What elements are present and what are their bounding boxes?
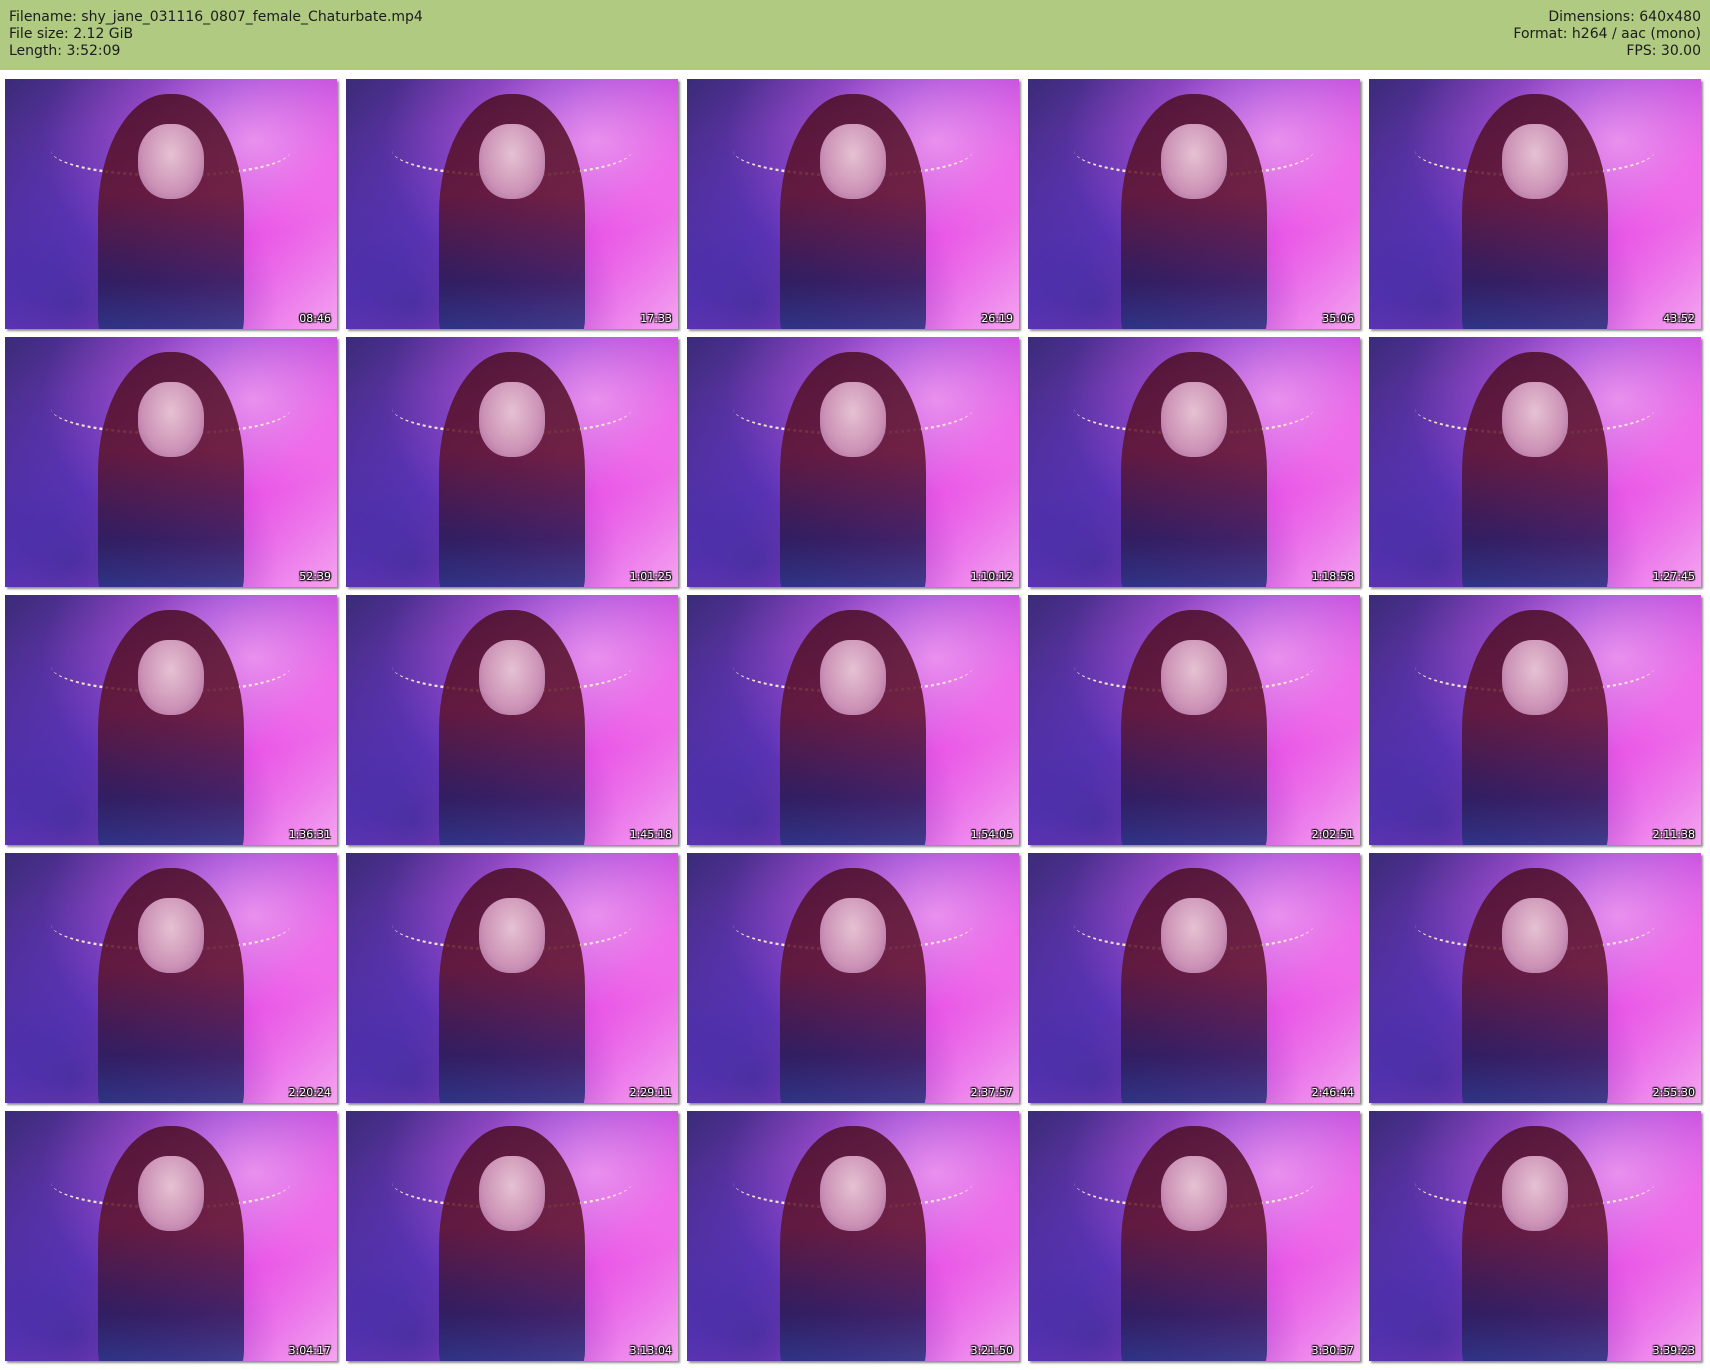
video-thumbnail[interactable]: 2:29:11: [346, 853, 678, 1103]
person-face: [1160, 382, 1228, 457]
person-face: [137, 124, 205, 199]
person-face: [1501, 124, 1569, 199]
thumbnail-timestamp: 3:30:37: [1311, 1344, 1354, 1357]
person-face: [478, 898, 546, 973]
person-face: [819, 898, 887, 973]
person-face: [478, 640, 546, 715]
video-thumbnail[interactable]: 52:39: [5, 337, 337, 587]
thumbnail-timestamp: 2:55:30: [1652, 1086, 1695, 1099]
thumbnail-timestamp: 43:52: [1663, 312, 1695, 325]
dimensions-text: Dimensions: 640x480: [1548, 9, 1701, 25]
person-face: [478, 1156, 546, 1231]
person-face: [819, 124, 887, 199]
thumbnail-timestamp: 1:36:31: [288, 828, 331, 841]
thumbnail-timestamp: 17:33: [640, 312, 672, 325]
person-face: [1501, 382, 1569, 457]
video-thumbnail[interactable]: 35:06: [1028, 79, 1360, 329]
video-thumbnail[interactable]: 3:21:50: [687, 1111, 1019, 1361]
video-thumbnail[interactable]: 3:04:17: [5, 1111, 337, 1361]
video-thumbnail[interactable]: 17:33: [346, 79, 678, 329]
thumbnail-timestamp: 2:29:11: [629, 1086, 672, 1099]
video-thumbnail[interactable]: 2:37:57: [687, 853, 1019, 1103]
thumbnail-timestamp: 3:39:23: [1652, 1344, 1695, 1357]
thumbnail-timestamp: 1:54:05: [970, 828, 1013, 841]
person-face: [137, 1156, 205, 1231]
person-face: [1160, 898, 1228, 973]
thumbnail-timestamp: 1:01:25: [629, 570, 672, 583]
person-face: [1501, 898, 1569, 973]
thumbnail-timestamp: 2:46:44: [1311, 1086, 1354, 1099]
person-face: [1501, 1156, 1569, 1231]
person-face: [137, 898, 205, 973]
video-thumbnail[interactable]: 2:02:51: [1028, 595, 1360, 845]
person-face: [1160, 1156, 1228, 1231]
person-face: [819, 640, 887, 715]
person-face: [478, 124, 546, 199]
person-face: [137, 640, 205, 715]
thumbnail-timestamp: 3:21:50: [970, 1344, 1013, 1357]
thumbnail-timestamp: 1:45:18: [629, 828, 672, 841]
person-face: [1160, 640, 1228, 715]
video-thumbnail[interactable]: 3:30:37: [1028, 1111, 1360, 1361]
person-face: [1501, 640, 1569, 715]
file-size-text: File size: 2.12 GiB: [9, 26, 134, 42]
thumbnail-timestamp: 2:20:24: [288, 1086, 331, 1099]
video-thumbnail[interactable]: 1:54:05: [687, 595, 1019, 845]
person-face: [819, 1156, 887, 1231]
video-thumbnail[interactable]: 1:45:18: [346, 595, 678, 845]
video-thumbnail[interactable]: 2:20:24: [5, 853, 337, 1103]
format-text: Format: h264 / aac (mono): [1513, 26, 1701, 42]
person-face: [819, 382, 887, 457]
filename-text: Filename: shy_jane_031116_0807_female_Ch…: [9, 9, 423, 25]
video-thumbnail[interactable]: 1:18:58: [1028, 337, 1360, 587]
person-face: [478, 382, 546, 457]
thumbnail-timestamp: 2:37:57: [970, 1086, 1013, 1099]
info-header: Filename: shy_jane_031116_0807_female_Ch…: [0, 0, 1710, 70]
video-thumbnail[interactable]: 1:01:25: [346, 337, 678, 587]
video-thumbnail[interactable]: 1:27:45: [1369, 337, 1701, 587]
thumbnail-timestamp: 08:46: [299, 312, 331, 325]
video-thumbnail[interactable]: 26:19: [687, 79, 1019, 329]
person-face: [1160, 124, 1228, 199]
video-thumbnail[interactable]: 2:11:38: [1369, 595, 1701, 845]
thumbnail-timestamp: 1:10:12: [970, 570, 1013, 583]
video-thumbnail[interactable]: 08:46: [5, 79, 337, 329]
file-info-left: Filename: shy_jane_031116_0807_female_Ch…: [9, 9, 423, 60]
thumbnail-grid: 08:46 17:33 26:19 35:06 43:52 52:39 1:01:25 1:1…: [0, 75, 1710, 1370]
thumbnail-timestamp: 1:18:58: [1311, 570, 1354, 583]
thumbnail-timestamp: 3:13:04: [629, 1344, 672, 1357]
thumbnail-timestamp: 3:04:17: [288, 1344, 331, 1357]
video-thumbnail[interactable]: 3:13:04: [346, 1111, 678, 1361]
thumbnail-timestamp: 52:39: [299, 570, 331, 583]
thumbnail-timestamp: 2:11:38: [1652, 828, 1695, 841]
length-text: Length: 3:52:09: [9, 43, 121, 59]
thumbnail-timestamp: 35:06: [1322, 312, 1354, 325]
thumbnail-timestamp: 26:19: [981, 312, 1013, 325]
video-thumbnail[interactable]: 2:55:30: [1369, 853, 1701, 1103]
person-face: [137, 382, 205, 457]
video-thumbnail[interactable]: 1:10:12: [687, 337, 1019, 587]
file-info-right: Dimensions: 640x480 Format: h264 / aac (…: [1513, 9, 1701, 60]
video-thumbnail[interactable]: 43:52: [1369, 79, 1701, 329]
video-thumbnail[interactable]: 3:39:23: [1369, 1111, 1701, 1361]
fps-text: FPS: 30.00: [1626, 43, 1701, 59]
video-thumbnail[interactable]: 1:36:31: [5, 595, 337, 845]
video-thumbnail[interactable]: 2:46:44: [1028, 853, 1360, 1103]
thumbnail-timestamp: 1:27:45: [1652, 570, 1695, 583]
thumbnail-timestamp: 2:02:51: [1311, 828, 1354, 841]
